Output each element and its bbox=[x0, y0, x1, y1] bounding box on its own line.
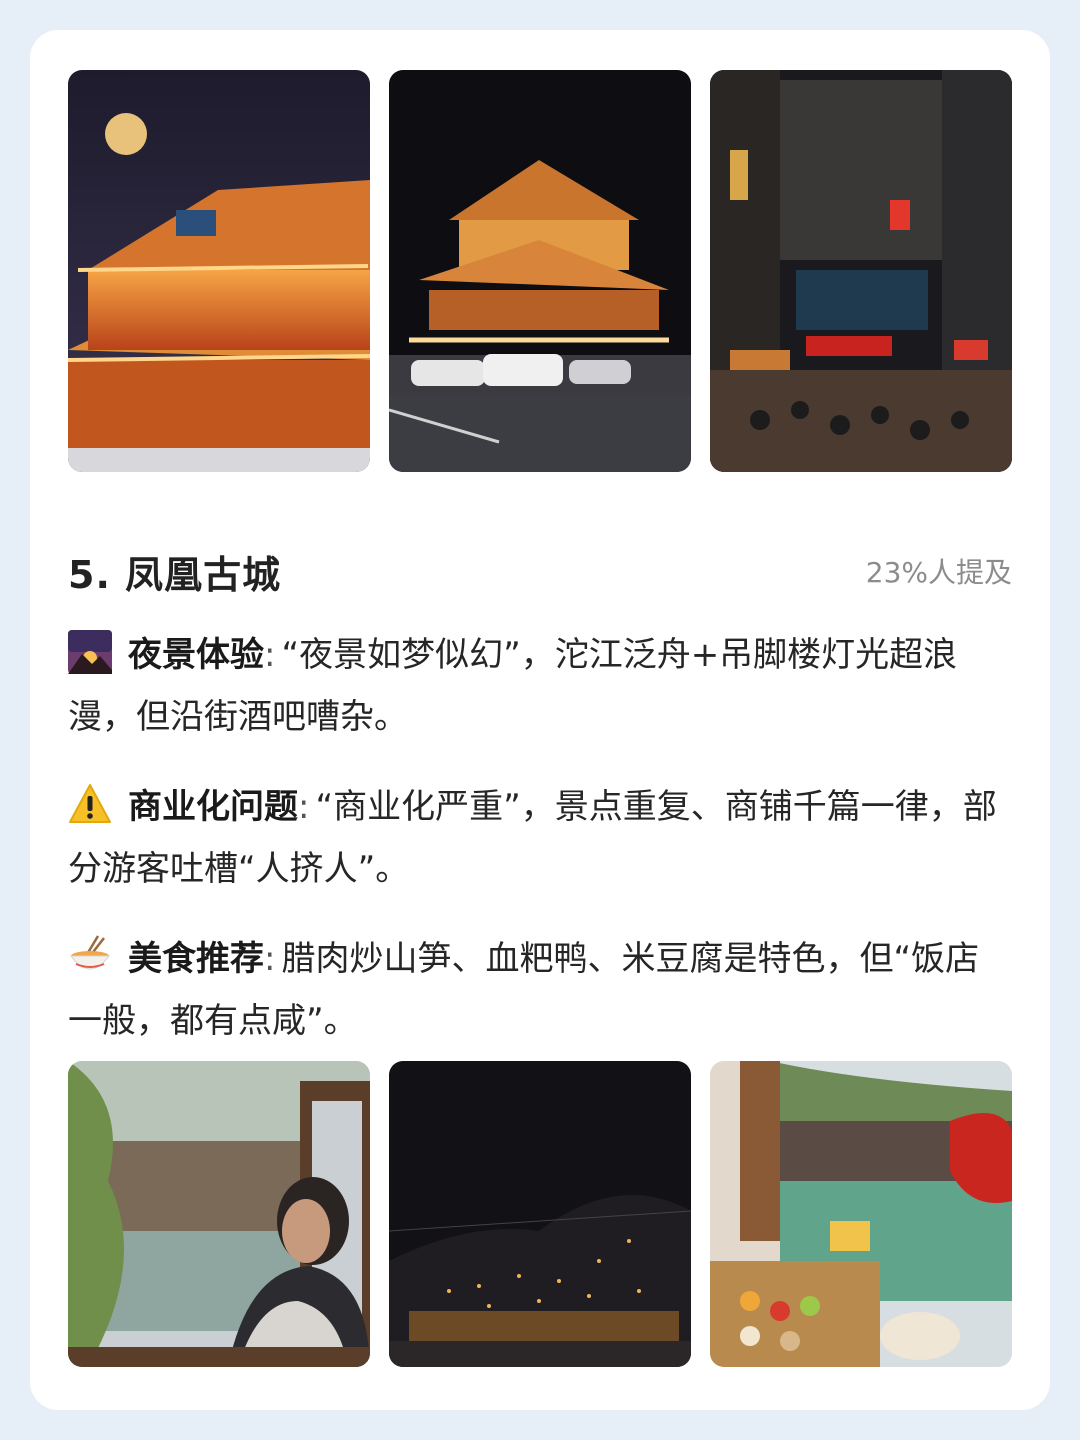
content-card: 5. 凤凰古城 23%人提及 夜景体验: “夜景如梦似幻”，沱江泛舟+吊脚楼灯光超… bbox=[30, 30, 1050, 1410]
item-label: 夜景体验 bbox=[128, 635, 264, 675]
sunset-icon bbox=[68, 630, 112, 674]
section-title: 5. 凤凰古城 bbox=[68, 552, 282, 597]
photo-window-portrait[interactable] bbox=[68, 1061, 370, 1367]
item-night-view: 夜景体验: “夜景如梦似幻”，沱江泛舟+吊脚楼灯光超浪漫，但沿街酒吧嘈杂。 bbox=[68, 624, 1012, 748]
warning-icon bbox=[68, 782, 112, 826]
top-photo-row bbox=[68, 70, 1012, 472]
item-food: 美食推荐: 腊肉炒山笋、血粑鸭、米豆腐是特色，但“饭店一般，都有点咸”。 bbox=[68, 928, 1012, 1052]
section-heading: 5. 凤凰古城 23%人提及 bbox=[68, 544, 1012, 598]
item-commercialization: 商业化问题: “商业化严重”，景点重复、商铺千篇一律，部分游客吐槽“人挤人”。 bbox=[68, 776, 1012, 900]
photo-tower-moon[interactable] bbox=[68, 70, 370, 472]
photo-night-town[interactable] bbox=[389, 1061, 691, 1367]
item-label: 商业化问题 bbox=[128, 787, 298, 827]
bottom-photo-row bbox=[68, 1061, 1012, 1367]
photo-riverside-tea[interactable] bbox=[710, 1061, 1012, 1367]
photo-tower-street[interactable] bbox=[389, 70, 691, 472]
item-label: 美食推荐 bbox=[128, 939, 264, 979]
mention-rate: 23%人提及 bbox=[865, 556, 1012, 589]
noodle-bowl-icon bbox=[68, 934, 112, 978]
photo-market-alley[interactable] bbox=[710, 70, 1012, 472]
